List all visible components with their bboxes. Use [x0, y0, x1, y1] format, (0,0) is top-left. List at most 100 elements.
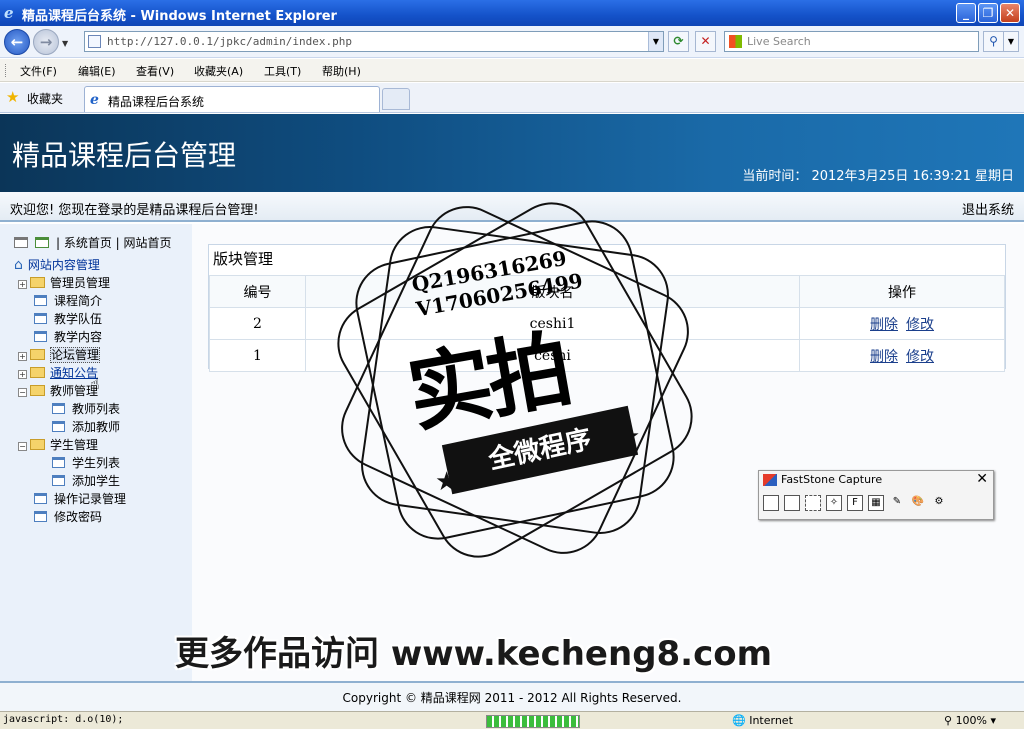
- sidebar-item-course-intro[interactable]: 课程简介: [34, 292, 102, 310]
- capture-fullscreen-icon[interactable]: F: [847, 495, 863, 511]
- security-zone: 🌐 Internet: [732, 714, 793, 727]
- sidebar-item-label: 课程简介: [54, 294, 103, 308]
- page-icon: [52, 421, 65, 432]
- expand-icon[interactable]: +: [18, 352, 27, 361]
- address-field[interactable]: http://127.0.0.1/jpkc/admin/index.php ▼: [84, 31, 664, 52]
- faststone-tools: ✧ F ▦ ✎ 🎨 ⚙: [763, 495, 952, 515]
- globe-icon: 🌐: [732, 714, 750, 727]
- title-bar: e 精品课程后台系统 - Windows Internet Explorer _…: [0, 0, 1024, 26]
- browser-window: e 精品课程后台系统 - Windows Internet Explorer _…: [0, 0, 1024, 729]
- folder-open-icon: [30, 439, 45, 450]
- url-text: http://127.0.0.1/jpkc/admin/index.php: [107, 35, 353, 48]
- zoom-control[interactable]: ⚲ 100% ▾: [944, 714, 996, 727]
- collapse-icon[interactable]: −: [18, 442, 27, 451]
- promo-watermark: 更多作品访问 www.kecheng8.com: [175, 634, 773, 674]
- stop-button[interactable]: ✕: [695, 31, 716, 52]
- color-picker-icon[interactable]: ✎: [889, 495, 905, 511]
- sidebar-item-password[interactable]: 修改密码: [34, 508, 102, 526]
- folder-icon: [30, 349, 45, 360]
- page-icon: [52, 457, 65, 468]
- site-title: 精品课程后台管理: [12, 139, 237, 172]
- row-actions: 删除 修改: [799, 307, 1005, 340]
- minimize-button[interactable]: _: [956, 3, 976, 23]
- expand-icon[interactable]: +: [18, 280, 27, 289]
- sidebar-item-label: 修改密码: [54, 510, 103, 524]
- capture-scroll-icon[interactable]: ▦: [868, 495, 884, 511]
- sidebar-item-forum[interactable]: + 论坛管理: [18, 346, 101, 364]
- logout-link[interactable]: 退出系统: [962, 199, 1014, 218]
- window-title: 精品课程后台系统 - Windows Internet Explorer: [22, 9, 337, 24]
- capture-rect-icon[interactable]: [805, 495, 821, 511]
- tree-root-label: 网站内容管理: [27, 258, 100, 272]
- capture-object-icon[interactable]: [784, 495, 800, 511]
- close-button[interactable]: ✕: [1000, 3, 1020, 23]
- sidebar-item-label: 添加教师: [72, 420, 121, 434]
- menu-help[interactable]: 帮助(H): [322, 63, 361, 79]
- capture-window-icon[interactable]: [763, 495, 779, 511]
- live-search-logo-icon: [729, 35, 742, 48]
- sidebar-item-add-teacher[interactable]: 添加教师: [52, 418, 120, 436]
- sidebar-item-teachers[interactable]: − 教师管理: [18, 382, 98, 400]
- menu-edit[interactable]: 编辑(E): [78, 63, 116, 79]
- favorites-button[interactable]: 收藏夹: [27, 90, 63, 107]
- refresh-button[interactable]: ⟳: [668, 31, 689, 52]
- menu-favorites[interactable]: 收藏夹(A): [194, 63, 243, 79]
- browser-tab[interactable]: e 精品课程后台系统: [84, 86, 380, 112]
- sidebar-item-students[interactable]: − 学生管理: [18, 436, 98, 454]
- edit-link[interactable]: 修改: [906, 317, 934, 333]
- history-dropdown-icon[interactable]: ▼: [62, 39, 68, 48]
- add-icon: [35, 237, 49, 248]
- expand-icon[interactable]: +: [18, 370, 27, 379]
- delete-link[interactable]: 删除: [870, 349, 898, 365]
- address-dropdown-icon[interactable]: ▼: [648, 32, 663, 51]
- magnifier-icon: ⚲: [944, 714, 956, 727]
- sidebar-item-label: 学生管理: [50, 438, 99, 452]
- tree-root[interactable]: ⌂ 网站内容管理: [14, 256, 100, 274]
- search-go-button[interactable]: ⚲: [983, 31, 1004, 52]
- search-placeholder: Live Search: [747, 35, 811, 48]
- maximize-button[interactable]: ❐: [978, 3, 998, 23]
- sidebar-item-teacher-list[interactable]: 教师列表: [52, 400, 120, 418]
- back-button[interactable]: ←: [4, 29, 30, 55]
- col-id-header: 编号: [209, 275, 306, 308]
- page-icon: [88, 35, 101, 48]
- faststone-title: FastStone Capture: [781, 473, 883, 486]
- menu-view[interactable]: 查看(V): [136, 63, 174, 79]
- zoom-level: 100%: [955, 714, 988, 727]
- tree-top-links: | 系统首页 | 网站首页: [14, 234, 172, 252]
- search-field[interactable]: Live Search: [724, 31, 979, 52]
- sidebar-item-logs[interactable]: 操作记录管理: [34, 490, 126, 508]
- sidebar-item-content[interactable]: 教学内容: [34, 328, 102, 346]
- capture-freehand-icon[interactable]: ✧: [826, 495, 842, 511]
- sidebar-item-admin[interactable]: + 管理员管理: [18, 274, 110, 292]
- favorites-star-icon[interactable]: ★: [6, 88, 19, 106]
- toolbar-grip: [5, 64, 8, 77]
- palette-icon[interactable]: 🎨: [910, 495, 926, 511]
- folder-icon: [30, 277, 45, 288]
- search-options-dropdown-icon[interactable]: ▼: [1003, 31, 1019, 52]
- sidebar-item-add-student[interactable]: 添加学生: [52, 472, 120, 490]
- page-icon: [34, 313, 47, 324]
- forward-button[interactable]: →: [33, 29, 59, 55]
- delete-link[interactable]: 删除: [870, 317, 898, 333]
- tab-ie-icon: e: [90, 92, 99, 108]
- menu-file[interactable]: 文件(F): [20, 63, 57, 79]
- sidebar-item-label: 管理员管理: [50, 276, 111, 290]
- sidebar-item-team[interactable]: 教学队伍: [34, 310, 102, 328]
- settings-icon[interactable]: ⚙: [931, 495, 947, 511]
- top-links[interactable]: | 系统首页 | 网站首页: [56, 236, 172, 250]
- page-icon: [34, 295, 47, 306]
- new-tab-button[interactable]: [382, 88, 410, 110]
- sidebar-item-student-list[interactable]: 学生列表: [52, 454, 120, 472]
- menu-tools[interactable]: 工具(T): [264, 63, 301, 79]
- copyright-text: Copyright © 精品课程网 2011 - 2012 All Rights…: [342, 691, 682, 705]
- menu-bar: 文件(F) 编辑(E) 查看(V) 收藏夹(A) 工具(T) 帮助(H): [0, 59, 1024, 82]
- tab-title: 精品课程后台系统: [108, 95, 205, 109]
- sidebar-item-notice[interactable]: + 通知公告: [18, 364, 98, 382]
- folder-icon: [30, 367, 45, 378]
- edit-link[interactable]: 修改: [906, 349, 934, 365]
- collapse-icon[interactable]: −: [18, 388, 27, 397]
- page-icon: [52, 403, 65, 414]
- faststone-close-icon[interactable]: ✕: [976, 471, 988, 487]
- sidebar: | 系统首页 | 网站首页 ⌂ 网站内容管理 + 管理员管理 课程简介 教学队伍 教…: [0, 224, 192, 681]
